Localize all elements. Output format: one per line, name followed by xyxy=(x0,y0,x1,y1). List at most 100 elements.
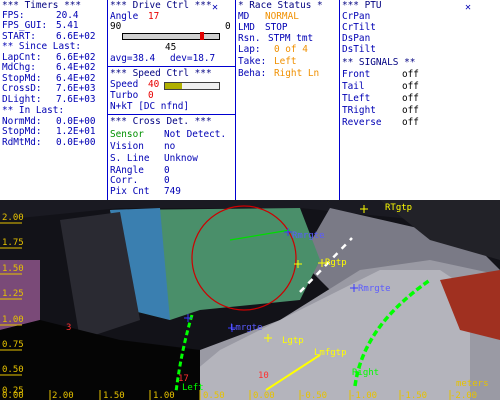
angle-value: 17 xyxy=(148,11,160,22)
drive-panel: *** Drive Ctrl *** ✕ Angle 17 90 0 45 av… xyxy=(108,0,235,200)
speed-label: Speed xyxy=(110,79,139,90)
left-axis-tick: 0.50 xyxy=(2,365,24,375)
bottom-axis-tick: 1.50 xyxy=(103,391,125,400)
signal-tleft-value: off xyxy=(402,93,419,104)
speed-cross-divider xyxy=(108,114,235,115)
camera-view[interactable]: RTgtp Rmrgte Rgtp Rmrgte Lmrgte Lgtp Lmf… xyxy=(0,200,500,400)
ptu-dstilt: DsTilt xyxy=(342,44,376,55)
label-num-17: 17 xyxy=(178,374,189,384)
speed-bar-fill xyxy=(165,83,182,89)
sline-value: Unknow xyxy=(164,153,198,164)
bottom-axis-tick: 1.00 xyxy=(153,391,175,400)
race-status-panel: * Race Status * MD NORMAL LMD STOP Rsn. … xyxy=(236,0,339,200)
angle-center-value: 45 xyxy=(165,42,177,53)
lmd-value: STOP xyxy=(265,22,288,33)
in-last-header: ** In Last: xyxy=(2,105,65,116)
signal-front-value: off xyxy=(402,69,419,80)
angle-avg: avg=38.4 xyxy=(110,53,156,64)
turbo-value: 0 xyxy=(148,90,154,101)
beha-value: Right Ln xyxy=(274,68,320,79)
vision-value: no xyxy=(164,141,176,152)
signal-tright-value: off xyxy=(402,105,419,116)
since-crossd-value: 7.6E+03 xyxy=(56,83,96,94)
speed-value: 40 xyxy=(148,79,160,90)
md-value: NORMAL xyxy=(265,11,299,22)
cross-det-header: *** Cross Det. *** xyxy=(110,116,212,127)
lap-value: 0 of 4 xyxy=(274,44,308,55)
angle-range-max: 0 xyxy=(225,21,231,32)
angle-slider[interactable] xyxy=(122,32,220,40)
ptu-signals-panel: *** PTU ✕ CrPan CrTilt DsPan DsTilt ** S… xyxy=(340,0,500,200)
bottom-axis-tick: -1.50 xyxy=(400,391,427,400)
in-stopmd-value: 1.2E+01 xyxy=(56,126,96,137)
signal-tail-label: Tail xyxy=(342,81,365,92)
in-rdmtmd-label: RdMtMd: xyxy=(2,137,42,148)
since-mdchg-label: MdChg: xyxy=(2,62,36,73)
bottom-axis-tick: 2.00 xyxy=(52,391,74,400)
take-label: Take: xyxy=(238,56,267,67)
angle-slider-knob[interactable] xyxy=(200,32,204,40)
left-axis-tick: 1.25 xyxy=(2,289,24,299)
since-dlight-value: 7.6E+03 xyxy=(56,94,96,105)
corr-label: Corr. xyxy=(110,175,139,186)
left-axis-tick: 1.75 xyxy=(2,238,24,248)
label-rgtp-mid: Rgtp xyxy=(325,258,347,268)
left-axis-tick: 2.00 xyxy=(2,213,24,223)
label-num-3: 3 xyxy=(66,323,71,333)
signal-tleft-label: TLeft xyxy=(342,93,371,104)
signal-reverse-label: Reverse xyxy=(342,117,382,128)
lmd-label: LMD xyxy=(238,22,255,33)
bottom-axis-tick: -1.00 xyxy=(350,391,377,400)
label-right: Right xyxy=(352,368,379,378)
rsn-value: STPM tmt xyxy=(268,33,314,44)
rsn-label: Rsn. xyxy=(238,33,261,44)
lap-label: Lap: xyxy=(238,44,261,55)
pix-value: 749 xyxy=(164,186,181,197)
label-lmrgte: Lmrgte xyxy=(230,323,263,333)
label-lgtp: Lgtp xyxy=(282,336,304,346)
pix-label: Pix Cnt xyxy=(110,186,150,197)
turbo-label: Turbo xyxy=(110,90,139,101)
in-rdmtmd-value: 0.0E+00 xyxy=(56,137,96,148)
left-axis-tick: 1.00 xyxy=(2,315,24,325)
speed-bar xyxy=(164,82,220,90)
beha-label: Beha: xyxy=(238,68,267,79)
bottom-axis-tick: 0.00 xyxy=(2,391,24,400)
ptu-crpan: CrPan xyxy=(342,11,371,22)
bottom-axis-tick: -0.50 xyxy=(300,391,327,400)
label-rgtp-top: RTgtp xyxy=(385,203,412,213)
take-value: Left xyxy=(274,56,297,67)
in-stopmd-label: StopMd: xyxy=(2,126,42,137)
since-mdchg-value: 6.4E+02 xyxy=(56,62,96,73)
signals-header: ** SIGNALS ** xyxy=(342,57,416,68)
camera-overlay: RTgtp Rmrgte Rgtp Rmrgte Lmrgte Lgtp Lmf… xyxy=(0,200,500,400)
fps-gui-value: 5.41 xyxy=(56,20,79,31)
since-crossd-label: CrossD: xyxy=(2,83,42,94)
race-status-header: * Race Status * xyxy=(238,0,323,11)
signal-tright-label: TRight xyxy=(342,105,376,116)
ptu-crtilt: CrTilt xyxy=(342,22,376,33)
bottom-axis-tick: 0.00 xyxy=(253,391,275,400)
units-label: meters xyxy=(456,379,489,389)
since-dlight-label: DLight: xyxy=(2,94,42,105)
timers-panel: *** Timers *** FPS: 20.4 FPS_GUI: 5.41 S… xyxy=(0,0,107,200)
speed-ctrl-header: *** Speed Ctrl *** xyxy=(110,68,212,79)
sline-label: S. Line xyxy=(110,153,150,164)
nkt-text: N+kT [DC nfnd] xyxy=(110,101,190,112)
corr-value: 0 xyxy=(164,175,170,186)
left-axis-tick: 1.50 xyxy=(2,264,24,274)
signal-reverse-value: off xyxy=(402,117,419,128)
drive-speed-divider xyxy=(108,66,235,67)
md-label: MD xyxy=(238,11,250,22)
since-last-header: ** Since Last: xyxy=(2,41,82,52)
sensor-value: Not Detect. xyxy=(164,129,227,140)
close-icon[interactable]: ✕ xyxy=(465,2,471,13)
bottom-axis-tick: 0.50 xyxy=(203,391,225,400)
drive-ctrl-header: *** Drive Ctrl *** xyxy=(110,0,212,11)
angle-range-min: 90 xyxy=(110,21,122,32)
bottom-axis-tick: -2.00 xyxy=(450,391,477,400)
signal-tail-value: off xyxy=(402,81,419,92)
close-icon[interactable]: ✕ xyxy=(212,2,218,13)
label-lmfgtp: Lmfgtp xyxy=(314,348,347,358)
angle-dev: dev=18.7 xyxy=(170,53,216,64)
